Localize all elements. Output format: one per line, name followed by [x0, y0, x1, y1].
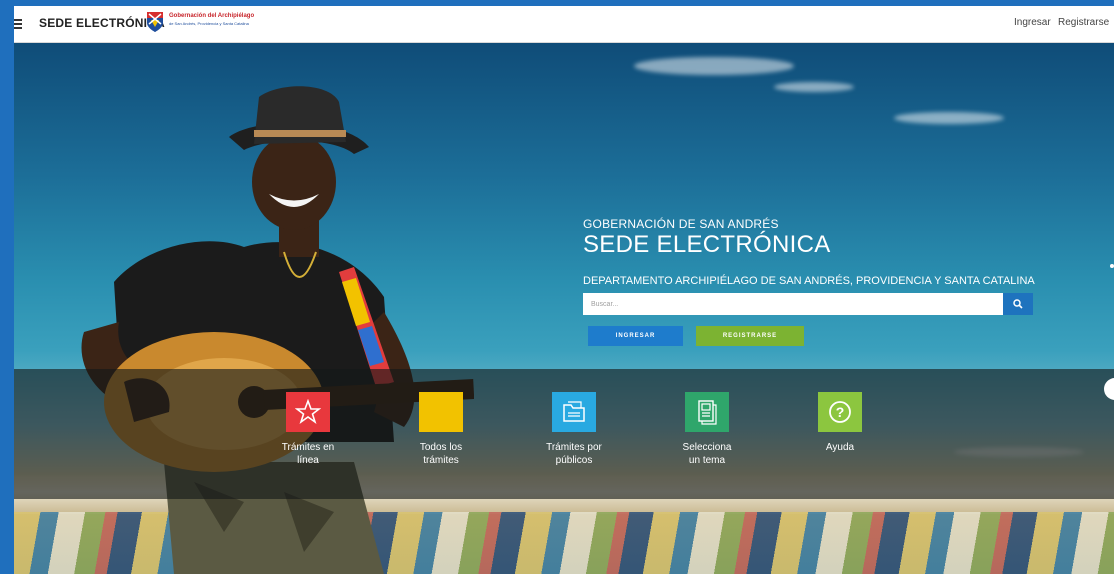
top-navigation-bar: SEDE ELECTRÓNICA Gobernación del Archipi… [14, 6, 1114, 43]
square-icon [419, 392, 463, 432]
tile-label: Trámites en línea [281, 442, 335, 466]
help-icon: ? [818, 392, 862, 432]
search-icon [1013, 299, 1023, 309]
tile-ayuda[interactable]: ? Ayuda [790, 392, 890, 454]
hero-section: GOBERNACIÓN DE SAN ANDRÉS SEDE ELECTRÓNI… [14, 42, 1114, 574]
ingresar-button[interactable]: INGRESAR [588, 326, 683, 346]
search-button[interactable] [1003, 293, 1033, 315]
gobernacion-crest-logo [147, 12, 163, 32]
guitarist-photo [81, 86, 474, 574]
cloud-decoration [634, 57, 794, 75]
tile-todos-los-tramites[interactable]: Todos los trámites [391, 392, 491, 467]
tile-selecciona-un-tema[interactable]: Selecciona un tema [657, 392, 757, 467]
document-icon [685, 392, 729, 432]
star-icon [286, 392, 330, 432]
gov-logo-title: Gobernación del Archipiélago [169, 13, 255, 19]
login-link[interactable]: Ingresar [1014, 17, 1051, 28]
tile-tramites-por-publicos[interactable]: Trámites por públicos [524, 392, 624, 467]
search-input[interactable] [583, 293, 1003, 315]
hamburger-icon[interactable] [14, 16, 24, 30]
tile-tramites-en-linea[interactable]: Trámites en línea [258, 392, 358, 467]
tile-label: Trámites por públicos [546, 442, 602, 466]
registrarse-button[interactable]: REGISTRARSE [696, 326, 804, 346]
hero-organization: GOBERNACIÓN DE SAN ANDRÉS [583, 217, 779, 231]
folder-icon [552, 392, 596, 432]
carousel-indicator[interactable] [1110, 264, 1114, 268]
hero-department: DEPARTAMENTO ARCHIPIÉLAGO DE SAN ANDRÉS,… [583, 275, 1035, 287]
tile-label: Todos los trámites [419, 442, 463, 466]
svg-text:?: ? [836, 404, 845, 420]
cloud-decoration [774, 82, 854, 92]
browser-viewport: SEDE ELECTRÓNICA Gobernación del Archipi… [14, 6, 1114, 574]
gov-logo-subtitle: de San Andrés, Providencia y Santa Catal… [169, 21, 249, 26]
tile-label: Ayuda [825, 442, 855, 453]
cloud-decoration [894, 112, 1004, 124]
tile-label: Selecciona un tema [682, 442, 732, 466]
quick-access-band: Trámites en línea Todos los trámites Trá… [14, 369, 1114, 499]
hero-title: SEDE ELECTRÓNICA [583, 231, 831, 258]
register-link[interactable]: Registrarse [1058, 17, 1109, 28]
